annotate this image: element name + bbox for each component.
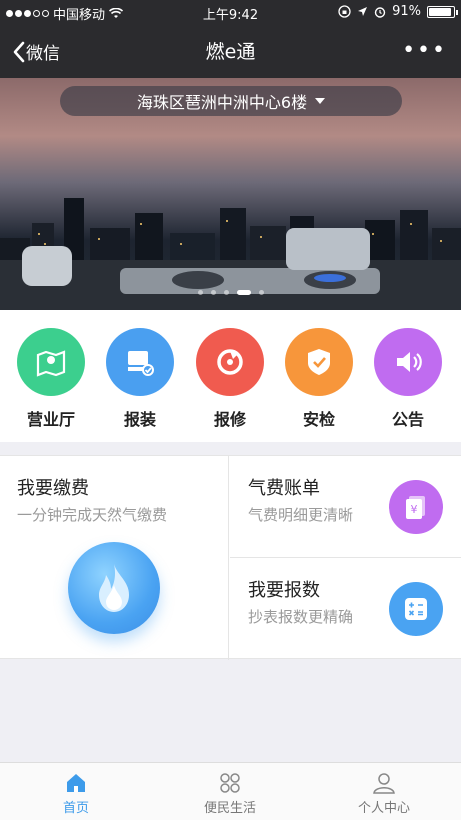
bill-card-title: 气费账单 bbox=[248, 478, 320, 499]
user-icon bbox=[324, 769, 444, 797]
rotation-lock-icon bbox=[338, 5, 351, 18]
caret-down-icon bbox=[315, 98, 326, 104]
carousel-dot[interactable] bbox=[210, 290, 216, 295]
battery-icon bbox=[427, 5, 458, 18]
carousel-dot[interactable] bbox=[197, 290, 203, 295]
location-arrow-icon bbox=[358, 7, 368, 16]
location-label: 海珠区琶洲中洲中心6楼 bbox=[136, 93, 308, 112]
pay-card-title: 我要缴费 bbox=[17, 478, 89, 499]
carousel-dot[interactable] bbox=[258, 290, 264, 295]
calculator-icon bbox=[389, 582, 443, 636]
tab-convenience[interactable]: 便民生活 bbox=[170, 769, 290, 816]
grid-icon bbox=[170, 769, 290, 797]
pay-card[interactable]: 我要缴费 一分钟完成天然气缴费 bbox=[0, 456, 229, 660]
tab-bar: 首页 便民生活 个人中心 bbox=[0, 762, 461, 820]
carousel-dot[interactable] bbox=[223, 290, 229, 295]
quick-item-business-hall[interactable]: 营业厅 bbox=[6, 328, 96, 430]
flame-icon bbox=[68, 542, 160, 634]
carousel-indicator bbox=[0, 290, 461, 295]
repair-icon bbox=[196, 328, 264, 396]
meter-card-subtitle: 抄表报数更精确 bbox=[248, 608, 354, 626]
status-bar: 中国移动 上午9:42 91% bbox=[0, 0, 461, 24]
map-location-icon bbox=[17, 328, 85, 396]
page-title: 燃e通 bbox=[205, 41, 256, 63]
pay-card-subtitle: 一分钟完成天然气缴费 bbox=[17, 506, 168, 524]
carousel-dot[interactable] bbox=[236, 290, 251, 295]
quick-item-label: 安检 bbox=[302, 410, 335, 429]
quick-item-install[interactable]: 报装 bbox=[95, 328, 185, 430]
quick-item-label: 报装 bbox=[123, 410, 156, 429]
bill-card-subtitle: 气费明细更清晰 bbox=[248, 506, 354, 524]
svg-text:¥: ¥ bbox=[411, 503, 418, 516]
quick-item-safety-check[interactable]: 安检 bbox=[274, 328, 364, 430]
truck-install-icon bbox=[106, 328, 174, 396]
banner-carousel[interactable]: 海珠区琶洲中洲中心6楼 bbox=[0, 78, 461, 310]
tab-profile-label: 个人中心 bbox=[357, 801, 410, 816]
quick-item-notice[interactable]: 公告 bbox=[363, 328, 453, 430]
quick-item-repair[interactable]: 报修 bbox=[185, 328, 275, 430]
battery-percent: 91% bbox=[392, 4, 421, 19]
meter-card[interactable]: 我要报数 抄表报数更精确 bbox=[230, 558, 461, 660]
navigation-bar: 微信 燃e通 ••• bbox=[0, 24, 461, 78]
home-icon bbox=[16, 769, 136, 797]
quick-actions: 营业厅 报装 报修 安检 公告 bbox=[0, 310, 461, 442]
bill-card[interactable]: 气费账单 气费明细更清晰 ¥ bbox=[230, 456, 461, 558]
status-right: 91% bbox=[338, 4, 458, 19]
tab-home-label: 首页 bbox=[62, 801, 89, 816]
speaker-icon bbox=[374, 328, 442, 396]
tab-convenience-label: 便民生活 bbox=[203, 801, 256, 816]
more-button[interactable]: ••• bbox=[402, 38, 447, 63]
alarm-icon bbox=[374, 6, 386, 18]
service-cards: 我要缴费 一分钟完成天然气缴费 气费账单 气费明细更清晰 ¥ 我要报数 抄表报数… bbox=[0, 455, 461, 660]
tab-home[interactable]: 首页 bbox=[16, 769, 136, 816]
quick-item-label: 营业厅 bbox=[26, 410, 75, 429]
shield-check-icon bbox=[285, 328, 353, 396]
quick-item-label: 公告 bbox=[391, 410, 424, 429]
meter-card-title: 我要报数 bbox=[248, 580, 320, 601]
bill-icon: ¥ bbox=[389, 480, 443, 534]
quick-item-label: 报修 bbox=[213, 410, 246, 429]
location-selector[interactable]: 海珠区琶洲中洲中心6楼 bbox=[60, 86, 402, 116]
tab-profile[interactable]: 个人中心 bbox=[324, 769, 444, 816]
